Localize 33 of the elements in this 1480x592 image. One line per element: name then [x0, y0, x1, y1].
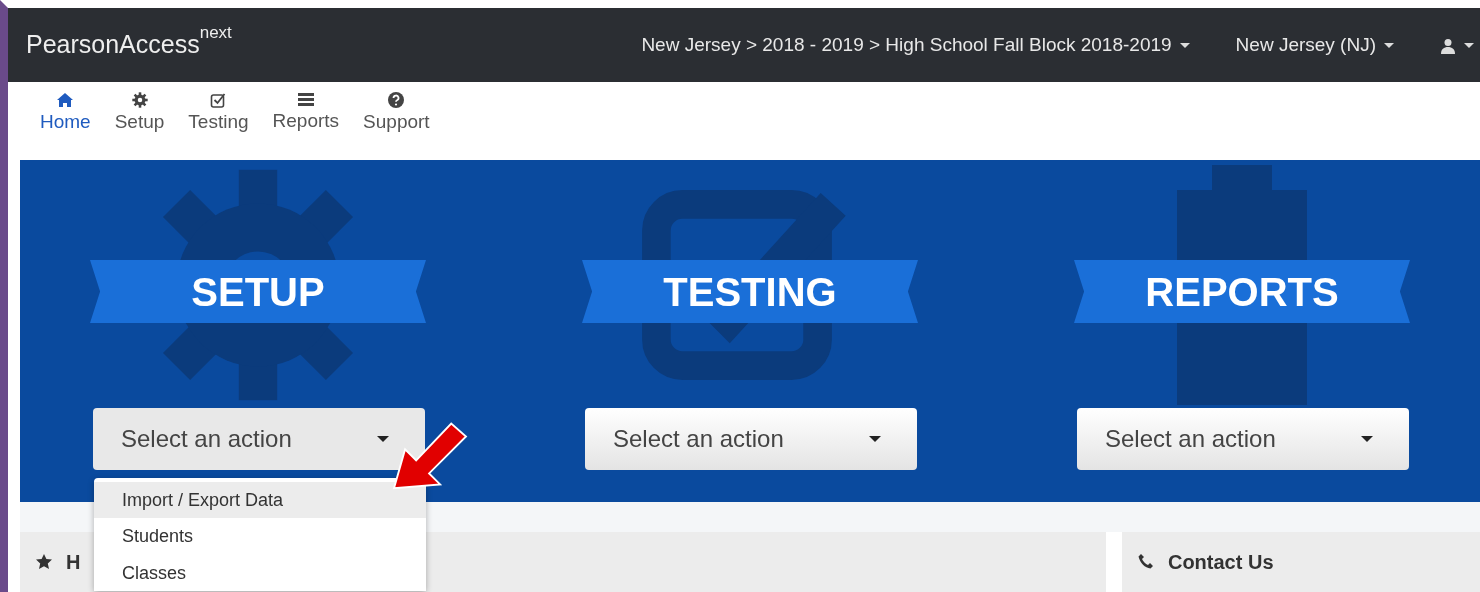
menu-item[interactable]: Import / Export Data [94, 482, 426, 519]
section-banner: REPORTS [1074, 260, 1410, 323]
nav-tab[interactable]: Setup [106, 82, 173, 160]
caret-icon [1361, 436, 1373, 442]
gear-icon [131, 92, 148, 108]
nav-tab[interactable]: Reports [264, 82, 348, 160]
caret-icon [1384, 43, 1394, 49]
action-select[interactable]: Select an action [93, 408, 425, 470]
panel-title: Contact Us [1167, 550, 1274, 575]
nav-tab[interactable]: Home [32, 82, 99, 160]
phone-icon [1137, 554, 1154, 570]
list-icon [296, 92, 315, 107]
help-icon [388, 92, 405, 108]
action-select[interactable]: Select an action [1077, 408, 1409, 470]
section-banner: TESTING [582, 260, 918, 323]
caret-icon [1464, 43, 1474, 49]
section-banner: SETUP [90, 260, 426, 323]
home-icon [56, 92, 75, 108]
nav-tab[interactable]: Testing [180, 82, 257, 160]
menu-item[interactable]: Students [94, 518, 426, 555]
context-menu[interactable]: New Jersey > 2018 - 2019 > High School Fall Block 2018-2019 [641, 30, 1190, 60]
action-select[interactable]: Select an action [585, 408, 917, 470]
panel-title: H [66, 550, 81, 575]
context-menu[interactable]: New Jersey (NJ) [1235, 30, 1394, 60]
caret-icon [869, 436, 881, 442]
nav-tab[interactable]: Support [355, 82, 438, 160]
caret-icon [1179, 43, 1190, 49]
caret-icon [377, 436, 389, 442]
star-icon [36, 554, 52, 570]
checkbox-icon [209, 92, 227, 108]
menu-item[interactable]: Classes [94, 554, 426, 592]
user-icon [1440, 37, 1456, 54]
brand-logo[interactable]: PearsonAccess$^{next}$ [26, 26, 232, 64]
